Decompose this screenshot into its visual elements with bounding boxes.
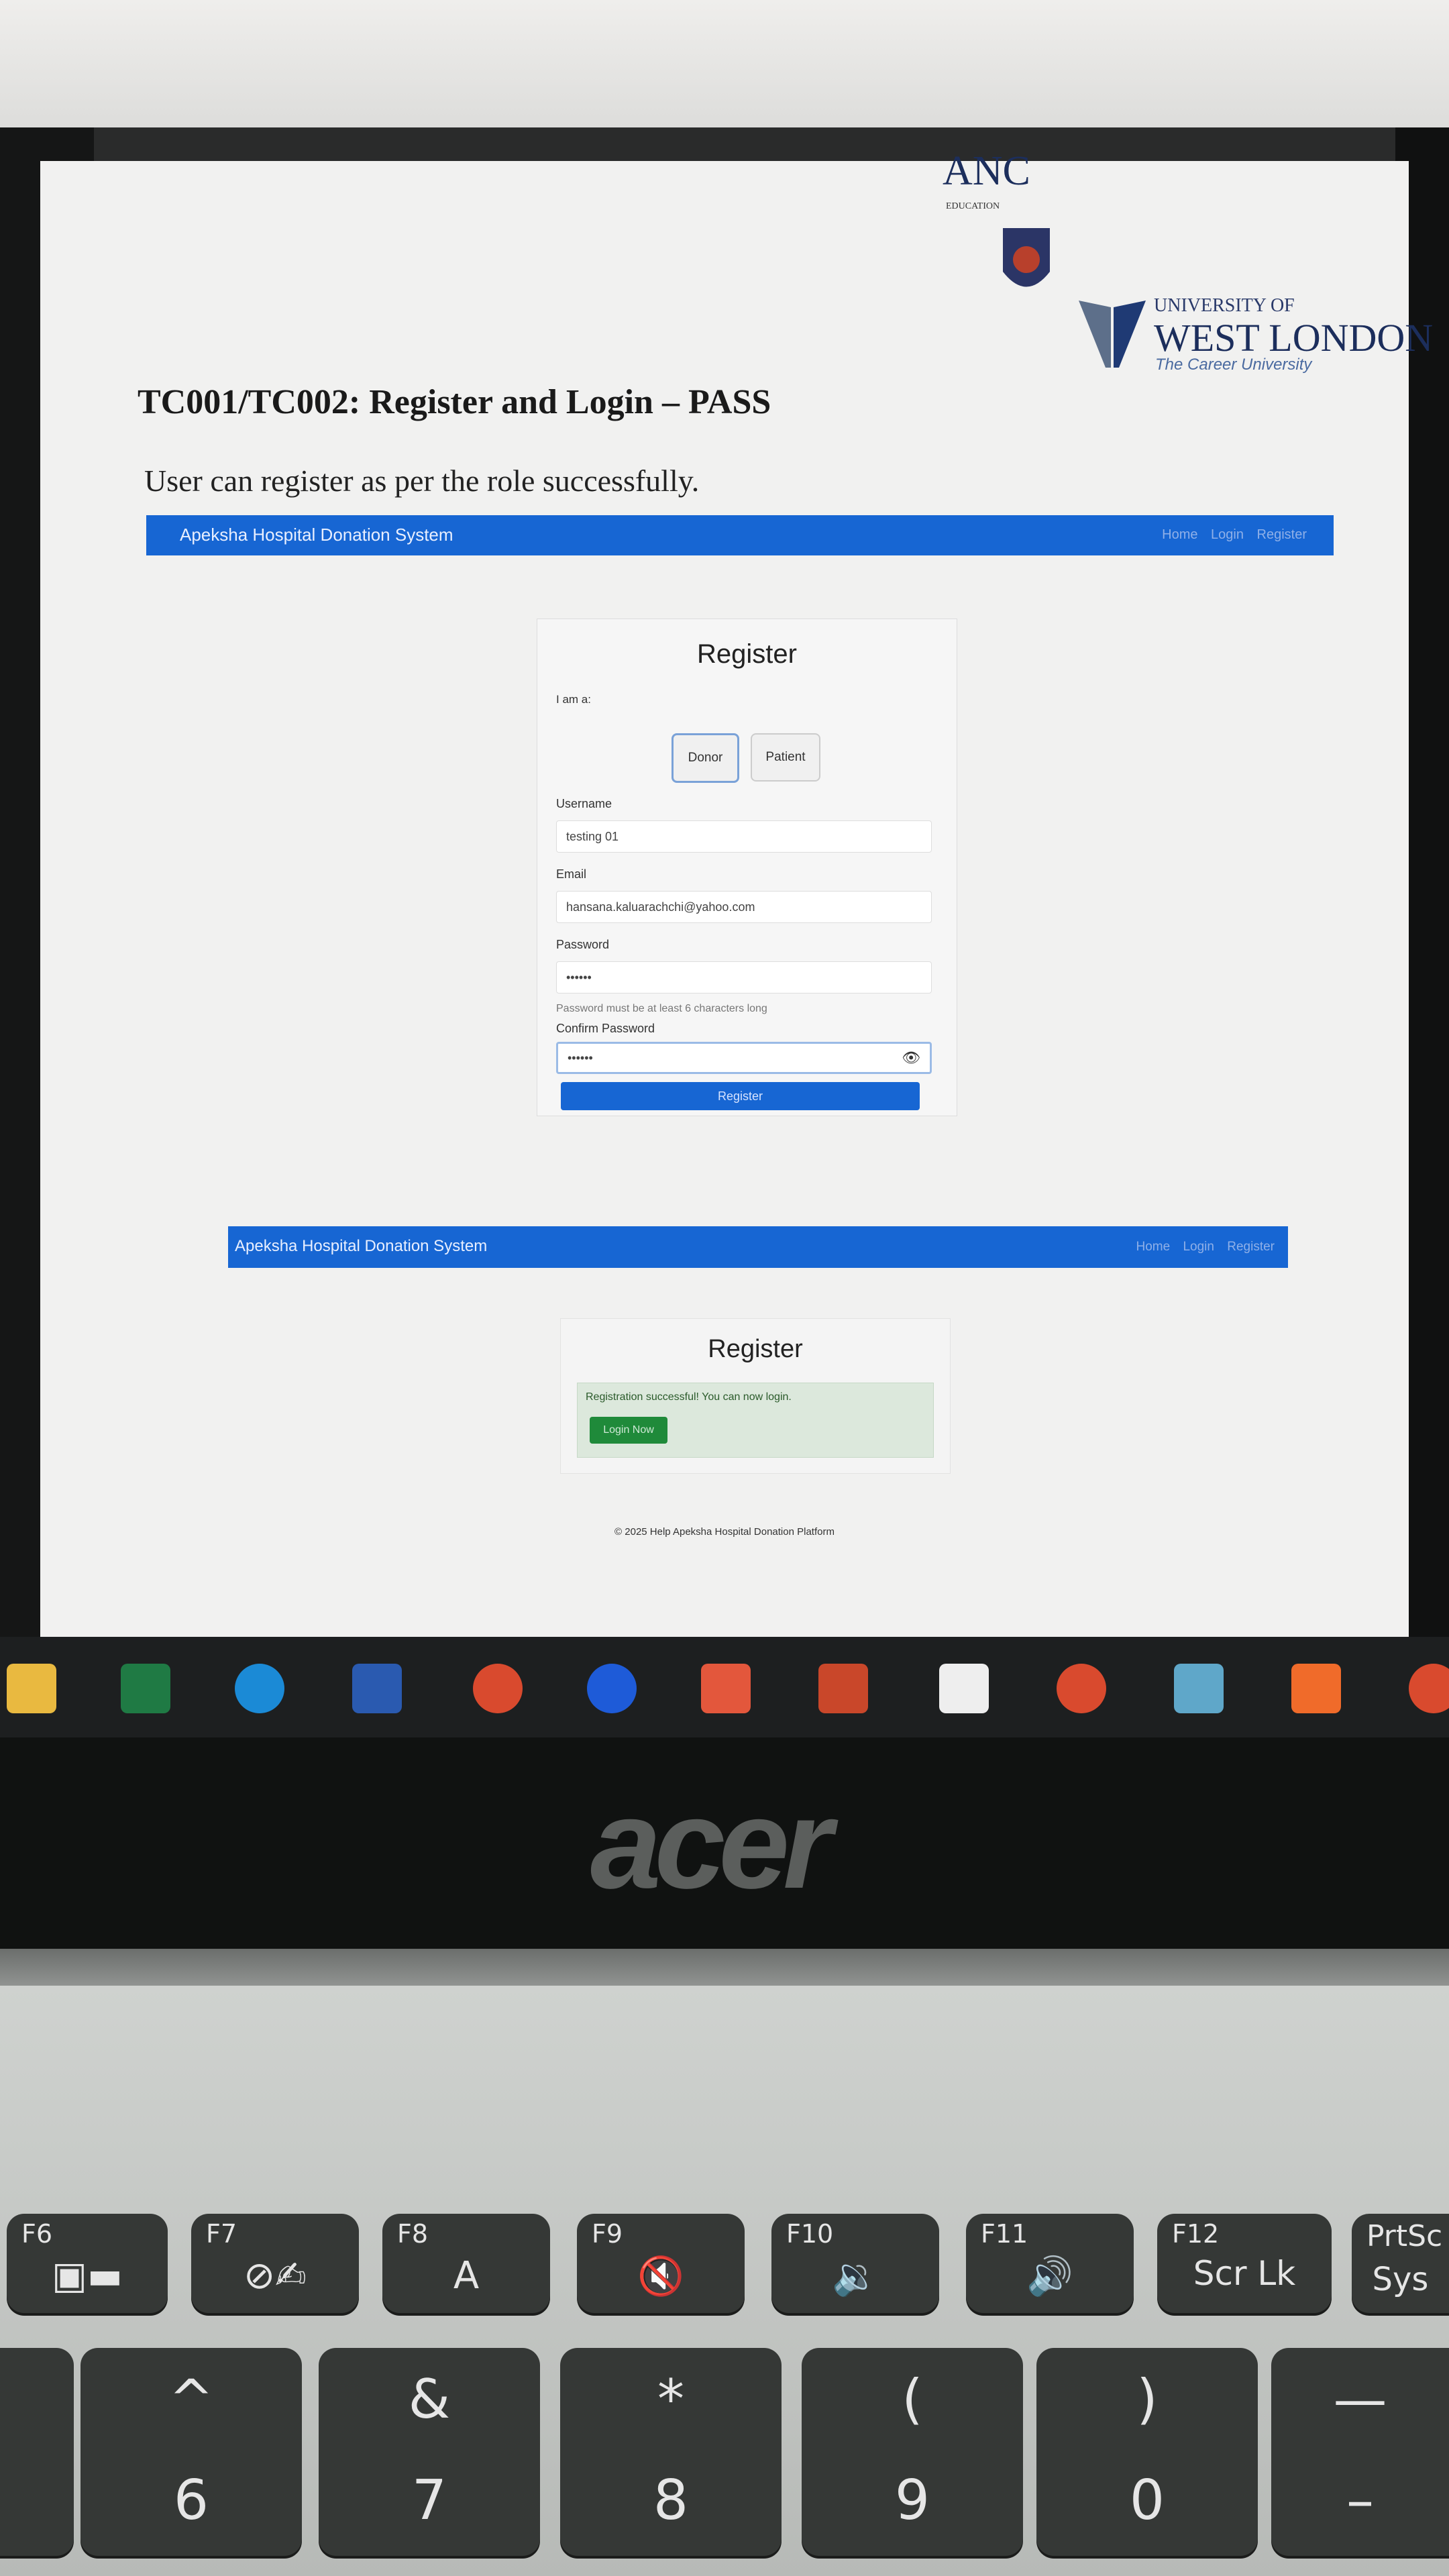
navbar-brand[interactable]: Apeksha Hospital Donation System [180,525,453,545]
password-help-text: Password must be at least 6 characters l… [556,1003,767,1014]
key-0-main: 0 [1129,2469,1165,2532]
success-alert-text: Registration successful! You can now log… [586,1391,792,1403]
document-title: TC001/TC002: Register and Login – PASS [138,383,771,421]
key-7[interactable]: & 7 [319,2348,540,2556]
login-now-button[interactable]: Login Now [590,1417,667,1444]
anc-logo-text: ANC [943,148,1030,194]
f7-label: F7 [206,2219,237,2249]
confirm-password-value: •••••• [568,1051,593,1065]
key-6[interactable]: ^ 6 [80,2348,302,2556]
file-explorer-icon[interactable] [7,1664,56,1713]
key-8-main: 8 [653,2469,689,2532]
display-toggle-icon: ▣▬ [52,2254,123,2298]
prtsc-label: PrtSc [1366,2219,1443,2253]
f12-key[interactable]: F12 Scr Lk [1157,2214,1332,2313]
touchpad-toggle-icon: ⊘✍ [244,2254,307,2298]
xampp-icon[interactable] [1291,1664,1341,1713]
key-9[interactable]: ( 9 [802,2348,1023,2556]
document-icon[interactable] [939,1664,989,1713]
uwl-logo-icon [1079,301,1146,368]
password-label: Password [556,938,610,951]
chrome-profile-icon[interactable] [1057,1664,1106,1713]
anc-crest-icon [1003,228,1050,287]
register-title: Register [697,639,797,669]
key-minus-shift: — [1333,2368,1387,2430]
chrome-2-icon[interactable] [1409,1664,1449,1713]
register-card: Register I am a: Donor Patient Username … [537,619,957,1116]
f10-key[interactable]: F10 🔉 [771,2214,939,2313]
role-patient-button[interactable]: Patient [751,733,820,782]
zoom-icon[interactable] [587,1664,637,1713]
register-title-2: Register [708,1335,803,1363]
key-6-main: 6 [173,2469,209,2532]
email-label: Email [556,867,587,881]
key-minus-main: – [1346,2469,1374,2532]
anc-logo-subtext: EDUCATION [946,201,1000,211]
f9-key[interactable]: F9 🔇 [577,2214,745,2313]
navbar-links-2[interactable]: Home Login Register [1136,1240,1275,1254]
key-7-shift: & [408,2368,451,2430]
app-navbar-2: Apeksha Hospital Donation System Home Lo… [228,1226,1288,1268]
word-icon[interactable] [352,1664,402,1713]
f7-key[interactable]: F7 ⊘✍ [191,2214,359,2313]
key-9-shift: ( [902,2368,923,2430]
f10-label: F10 [786,2219,834,2249]
edge-icon[interactable] [235,1664,284,1713]
chrome-icon[interactable] [473,1664,523,1713]
volume-up-icon: 🔊 [1026,2255,1073,2298]
app-navbar: Apeksha Hospital Donation System Home Lo… [146,515,1334,555]
register-success-card: Register Registration successful! You ca… [560,1318,951,1474]
mute-icon: 🔇 [637,2255,684,2298]
role-label: I am a: [556,693,591,706]
role-donor-button[interactable]: Donor [672,733,739,783]
f8-label: F8 [397,2219,429,2249]
prtsc-key[interactable]: PrtSc Sys [1352,2214,1449,2313]
show-password-eye-icon[interactable]: 👁 [902,1049,920,1067]
figma-icon[interactable] [701,1664,751,1713]
scroll-lock-label: Scr Lk [1193,2254,1296,2293]
key-minus[interactable]: — – [1271,2348,1449,2556]
excel-icon[interactable] [121,1664,170,1713]
f6-key[interactable]: F6 ▣▬ [7,2214,168,2313]
notepad-icon[interactable] [1174,1664,1224,1713]
sysrq-label: Sys [1372,2261,1429,2298]
key-8-shift: * [657,2368,684,2430]
confirm-password-input[interactable]: •••••• 👁 [556,1042,932,1074]
confirm-password-label: Confirm Password [556,1022,655,1035]
username-label: Username [556,797,612,810]
acer-logo: acer [590,1773,833,1915]
key-8[interactable]: * 8 [560,2348,782,2556]
key-0-shift: ) [1136,2368,1158,2430]
username-input[interactable]: testing 01 [556,820,932,853]
keyboard-backlight-icon: A [453,2254,480,2298]
volume-down-icon: 🔉 [832,2255,879,2298]
key-0[interactable]: ) 0 [1036,2348,1258,2556]
windows-taskbar [0,1637,1449,1737]
f8-key[interactable]: F8 A [382,2214,550,2313]
email-input[interactable]: hansana.kaluarachchi@yahoo.com [556,891,932,923]
powerpoint-icon[interactable] [818,1664,868,1713]
document-description: User can register as per the role succes… [144,464,700,498]
f12-label: F12 [1172,2219,1220,2249]
register-submit-button[interactable]: Register [561,1082,920,1110]
navbar-links[interactable]: Home Login Register [1162,527,1307,543]
password-input[interactable]: •••••• [556,961,932,994]
app-footer: © 2025 Help Apeksha Hospital Donation Pl… [614,1526,835,1538]
success-alert: Registration successful! You can now log… [577,1383,934,1458]
background-wall [0,0,1449,134]
f11-label: F11 [981,2219,1028,2249]
f6-label: F6 [21,2219,53,2249]
f9-label: F9 [592,2219,623,2249]
key-9-main: 9 [894,2469,930,2532]
key-7-main: 7 [411,2469,447,2532]
uwl-logo-tagline: The Career University [1155,356,1312,374]
key-6-shift: ^ [168,2368,214,2430]
uwl-logo-top: UNIVERSITY OF [1154,295,1295,316]
navbar-brand-2[interactable]: Apeksha Hospital Donation System [235,1237,487,1256]
f11-key[interactable]: F11 🔊 [966,2214,1134,2313]
uwl-logo-main: WEST LONDON [1154,316,1434,360]
partial-key-left[interactable] [0,2348,74,2556]
